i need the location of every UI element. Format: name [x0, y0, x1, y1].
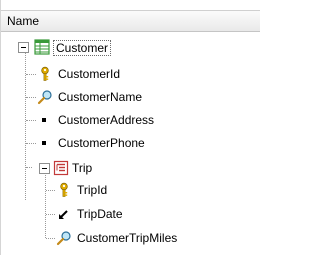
tree-connector [46, 238, 55, 239]
key-icon [41, 66, 49, 81]
tree-connector [26, 74, 36, 75]
attribute-bullet-icon [42, 118, 46, 122]
tree-node-label: CustomerName [58, 90, 143, 104]
description-attribute-icon [56, 231, 71, 246]
foreign-attribute-icon [59, 210, 68, 219]
key-icon [60, 182, 68, 197]
attribute-bullet-icon [42, 141, 46, 145]
tree-connector [26, 167, 32, 168]
tree-node-label: Customer [53, 40, 112, 56]
tree-connector [26, 143, 36, 144]
structure-panel: Name Customer CustomerId CustomerName Cu… [0, 0, 260, 255]
tree-connector [26, 120, 36, 121]
tree-connector [46, 214, 55, 215]
level-table-icon [34, 39, 50, 55]
tree-node-label: CustomerId [58, 67, 121, 81]
tree-node-label: CustomerPhone [58, 136, 145, 150]
tree-connector [45, 175, 46, 238]
tree-node-label: TripId [77, 183, 108, 197]
tree-connector [26, 97, 36, 98]
tree-connector [46, 190, 55, 191]
description-attribute-icon [37, 90, 52, 105]
tree-node-label: CustomerTripMiles [77, 231, 178, 245]
collapse-toggle-customer[interactable] [18, 42, 29, 53]
sublevel-icon [53, 160, 69, 176]
tree-node-label: TripDate [77, 207, 123, 221]
structure-tree: Customer CustomerId CustomerName Custome… [1, 0, 261, 255]
collapse-toggle-trip[interactable] [39, 163, 50, 174]
tree-node-label: CustomerAddress [58, 113, 155, 127]
tree-node-label: Trip [72, 161, 93, 175]
